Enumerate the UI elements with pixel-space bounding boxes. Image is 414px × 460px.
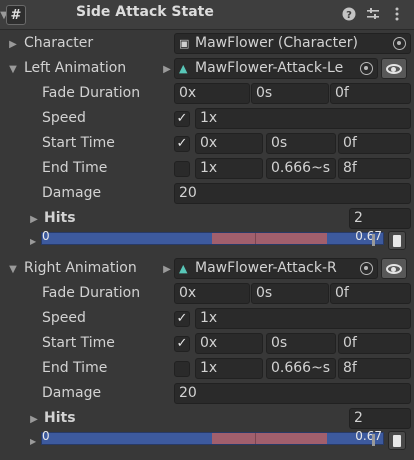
object-picker-icon[interactable] — [360, 262, 373, 275]
right-hits-count-field[interactable]: 2 — [349, 408, 411, 429]
left-speed-checkbox[interactable]: ✓ — [174, 111, 190, 127]
right-hit-timeline[interactable]: 0 0.67 — [41, 429, 384, 446]
right-timeline-arrow-icon[interactable]: ▶ — [30, 437, 40, 447]
context-menu-icon[interactable] — [388, 5, 406, 23]
right-start-time-checkbox[interactable]: ✓ — [174, 336, 190, 352]
right-timeline-start-label: 0 — [42, 429, 50, 443]
right-hit-range[interactable] — [212, 433, 327, 444]
left-end-time-f-field[interactable]: 8f — [338, 158, 411, 179]
character-label: Character — [24, 35, 94, 51]
right-start-time-label: Start Time — [42, 335, 115, 351]
character-object-field[interactable]: ▣ MawFlower (Character) — [174, 33, 411, 54]
left-hits-label: Hits — [44, 210, 76, 226]
right-animation-label: Right Animation — [24, 260, 137, 276]
left-end-time-label: End Time — [42, 160, 108, 176]
right-fade-duration-s-field[interactable]: 0s — [251, 283, 329, 304]
right-start-time-s-field[interactable]: 0s — [266, 333, 336, 354]
object-picker-icon[interactable] — [360, 62, 373, 75]
left-hits-foldout-icon[interactable]: ▶ — [28, 213, 40, 225]
left-start-time-label: Start Time — [42, 135, 115, 151]
left-start-time-checkbox[interactable]: ✓ — [174, 136, 190, 152]
left-hit-divider[interactable] — [255, 233, 256, 244]
right-animation-foldout-icon[interactable]: ▼ — [7, 263, 19, 275]
right-fade-duration-f-field[interactable]: 0f — [330, 283, 411, 304]
left-timeline-start-label: 0 — [42, 229, 50, 243]
character-foldout-icon[interactable]: ▶ — [7, 38, 19, 50]
right-end-time-f-field[interactable]: 8f — [338, 358, 411, 379]
component-title: Side Attack State — [76, 4, 214, 20]
left-timeline-add-button[interactable] — [388, 231, 406, 250]
right-end-time-x-field[interactable]: 1x — [195, 358, 263, 379]
right-damage-label: Damage — [42, 385, 102, 401]
left-animation-foldout-icon[interactable]: ▼ — [7, 63, 19, 75]
left-speed-label: Speed — [42, 110, 86, 126]
left-fade-duration-label: Fade Duration — [42, 85, 141, 101]
right-hit-divider[interactable] — [255, 433, 256, 444]
left-damage-field[interactable]: 20 — [174, 183, 411, 204]
left-clip-value: MawFlower-Attack-Le — [195, 60, 344, 76]
right-end-time-s-field[interactable]: 0.666~s — [266, 358, 336, 379]
character-value: MawFlower (Character) — [195, 35, 358, 51]
left-hits-count-field[interactable]: 2 — [349, 208, 411, 229]
right-clip-object-field[interactable]: ▲ MawFlower-Attack-R — [174, 258, 378, 279]
eye-icon — [386, 263, 402, 274]
animation-clip-icon: ▲ — [179, 262, 188, 275]
help-icon[interactable]: ? — [340, 5, 358, 23]
left-clip-foldout-icon[interactable]: ▶ — [161, 63, 173, 75]
left-preview-eye-button[interactable] — [381, 58, 407, 79]
left-timeline-end-label: 0.67 — [355, 229, 382, 243]
right-fade-duration-x-field[interactable]: 0x — [174, 283, 250, 304]
left-clip-object-field[interactable]: ▲ MawFlower-Attack-Le — [174, 58, 378, 79]
script-icon: # — [6, 5, 26, 25]
object-picker-icon[interactable] — [393, 37, 406, 50]
right-preview-eye-button[interactable] — [381, 258, 407, 279]
left-speed-field[interactable]: 1x — [195, 108, 411, 129]
right-hits-foldout-icon[interactable]: ▶ — [28, 413, 40, 425]
right-clip-value: MawFlower-Attack-R — [195, 260, 337, 276]
right-speed-checkbox[interactable]: ✓ — [174, 311, 190, 327]
right-timeline-playhead[interactable] — [372, 434, 375, 446]
svg-text:?: ? — [346, 10, 352, 21]
presets-icon[interactable] — [364, 5, 382, 23]
left-start-time-x-field[interactable]: 0x — [195, 133, 263, 154]
right-start-time-f-field[interactable]: 0f — [338, 333, 411, 354]
left-start-time-s-field[interactable]: 0s — [266, 133, 336, 154]
left-end-time-checkbox[interactable] — [174, 161, 190, 177]
right-end-time-checkbox[interactable] — [174, 361, 190, 377]
left-start-time-f-field[interactable]: 0f — [338, 133, 411, 154]
animation-clip-icon: ▲ — [179, 62, 188, 75]
gameobject-icon: ▣ — [179, 37, 190, 50]
right-timeline-end-label: 0.67 — [355, 429, 382, 443]
left-hit-range[interactable] — [212, 233, 327, 244]
left-fade-duration-f-field[interactable]: 0f — [330, 83, 411, 104]
right-start-time-x-field[interactable]: 0x — [195, 333, 263, 354]
right-timeline-add-button[interactable] — [388, 431, 406, 450]
right-fade-duration-label: Fade Duration — [42, 285, 141, 301]
eye-icon — [386, 63, 402, 74]
left-damage-label: Damage — [42, 185, 102, 201]
right-speed-field[interactable]: 1x — [195, 308, 411, 329]
left-fade-duration-x-field[interactable]: 0x — [174, 83, 250, 104]
left-timeline-playhead[interactable] — [372, 234, 375, 246]
left-hit-timeline[interactable]: 0 0.67 — [41, 229, 384, 246]
right-damage-field[interactable]: 20 — [174, 383, 411, 404]
right-end-time-label: End Time — [42, 360, 108, 376]
left-animation-label: Left Animation — [24, 60, 127, 76]
left-end-time-x-field[interactable]: 1x — [195, 158, 263, 179]
left-timeline-arrow-icon[interactable]: ▶ — [30, 237, 40, 247]
right-hits-label: Hits — [44, 410, 76, 426]
right-clip-foldout-icon[interactable]: ▶ — [161, 263, 173, 275]
right-speed-label: Speed — [42, 310, 86, 326]
left-fade-duration-s-field[interactable]: 0s — [251, 83, 329, 104]
left-end-time-s-field[interactable]: 0.666~s — [266, 158, 336, 179]
